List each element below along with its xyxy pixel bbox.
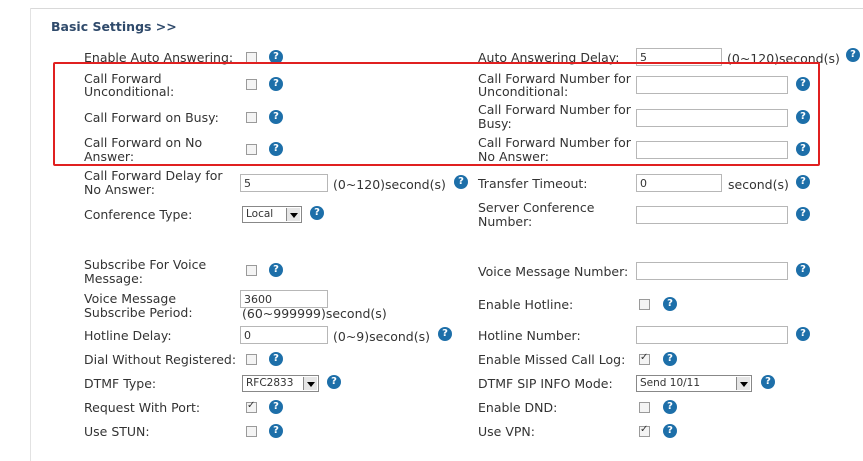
help-icon[interactable]: ?: [663, 352, 677, 366]
server-conference-label-line1: Server Conference: [478, 200, 595, 215]
conference-type-label: Conference Type:: [84, 207, 193, 222]
help-icon[interactable]: ?: [269, 424, 283, 438]
section-title: Basic Settings >>: [51, 19, 177, 34]
hotline-delay-unit: (0~9)second(s): [333, 329, 430, 344]
chevron-down-icon[interactable]: [736, 377, 750, 390]
transfer-timeout-label: Transfer Timeout:: [478, 176, 588, 191]
subscribe-voice-label-line2: Message:: [84, 271, 143, 286]
transfer-timeout-unit: second(s): [728, 177, 789, 192]
vm-subscribe-period-label-line2: Subscribe Period:: [84, 305, 193, 320]
voice-message-number-label: Voice Message Number:: [478, 264, 629, 279]
help-icon[interactable]: ?: [454, 175, 468, 189]
enable-hotline-checkbox[interactable]: [639, 299, 650, 310]
help-icon[interactable]: ?: [269, 400, 283, 414]
help-icon[interactable]: ?: [269, 263, 283, 277]
help-icon[interactable]: ?: [846, 48, 860, 62]
server-conference-input[interactable]: [636, 206, 788, 224]
dtmf-sip-info-mode-label: DTMF SIP INFO Mode:: [478, 376, 613, 391]
enable-dnd-checkbox[interactable]: [639, 402, 650, 413]
dial-without-registered-checkbox[interactable]: [246, 354, 257, 365]
server-conference-label-line2: Number:: [478, 214, 533, 229]
chevron-down-icon[interactable]: [303, 377, 317, 390]
help-icon[interactable]: ?: [796, 175, 810, 189]
help-icon[interactable]: ?: [663, 400, 677, 414]
panel-top-border: [30, 8, 863, 9]
missed-call-log-checkbox[interactable]: [639, 352, 650, 365]
hotline-delay-input[interactable]: 0: [240, 326, 328, 344]
cf-delay-input[interactable]: 5: [240, 174, 328, 192]
dtmf-type-value: RFC2833: [246, 377, 294, 389]
enable-dnd-label: Enable DND:: [478, 400, 558, 415]
dtmf-sip-info-mode-value: Send 10/11: [640, 377, 701, 389]
cf-delay-label-line2: No Answer:: [84, 182, 156, 197]
conference-type-select[interactable]: Local: [242, 206, 302, 223]
help-icon[interactable]: ?: [327, 375, 341, 389]
dtmf-type-select[interactable]: RFC2833: [242, 375, 319, 392]
subscribe-voice-label-line1: Subscribe For Voice: [84, 257, 207, 272]
cf-delay-label-line1: Call Forward Delay for: [84, 168, 223, 183]
help-icon[interactable]: ?: [663, 424, 677, 438]
highlight-box: [53, 62, 820, 166]
help-icon[interactable]: ?: [796, 263, 810, 277]
voice-message-number-input[interactable]: [636, 262, 788, 280]
missed-call-log-label: Enable Missed Call Log:: [478, 352, 626, 367]
use-vpn-label: Use VPN:: [478, 424, 535, 439]
cf-delay-unit: (0~120)second(s): [333, 177, 446, 192]
enable-hotline-label: Enable Hotline:: [478, 297, 574, 312]
use-stun-checkbox[interactable]: [246, 426, 257, 437]
request-with-port-checkbox[interactable]: [246, 400, 257, 413]
use-vpn-checkbox[interactable]: [639, 424, 650, 437]
dial-without-registered-label: Dial Without Registered:: [84, 352, 237, 367]
conference-type-value: Local: [246, 208, 274, 220]
hotline-number-input[interactable]: [636, 326, 788, 344]
vm-subscribe-period-label-line1: Voice Message: [84, 291, 177, 306]
chevron-down-icon[interactable]: [286, 208, 300, 221]
help-icon[interactable]: ?: [310, 206, 324, 220]
help-icon[interactable]: ?: [269, 352, 283, 366]
hotline-delay-label: Hotline Delay:: [84, 328, 172, 343]
help-icon[interactable]: ?: [438, 327, 452, 341]
request-with-port-label: Request With Port:: [84, 400, 201, 415]
use-stun-label: Use STUN:: [84, 424, 150, 439]
help-icon[interactable]: ?: [663, 297, 677, 311]
help-icon[interactable]: ?: [796, 207, 810, 221]
transfer-timeout-input[interactable]: 0: [636, 174, 722, 192]
help-icon[interactable]: ?: [796, 327, 810, 341]
dtmf-sip-info-mode-select[interactable]: Send 10/11: [636, 375, 752, 392]
subscribe-voice-checkbox[interactable]: [246, 265, 257, 276]
dtmf-type-label: DTMF Type:: [84, 376, 157, 391]
vm-subscribe-period-unit: (60~999999)second(s): [242, 306, 387, 321]
hotline-number-label: Hotline Number:: [478, 328, 581, 343]
panel-left-border: [30, 8, 31, 461]
help-icon[interactable]: ?: [761, 375, 775, 389]
